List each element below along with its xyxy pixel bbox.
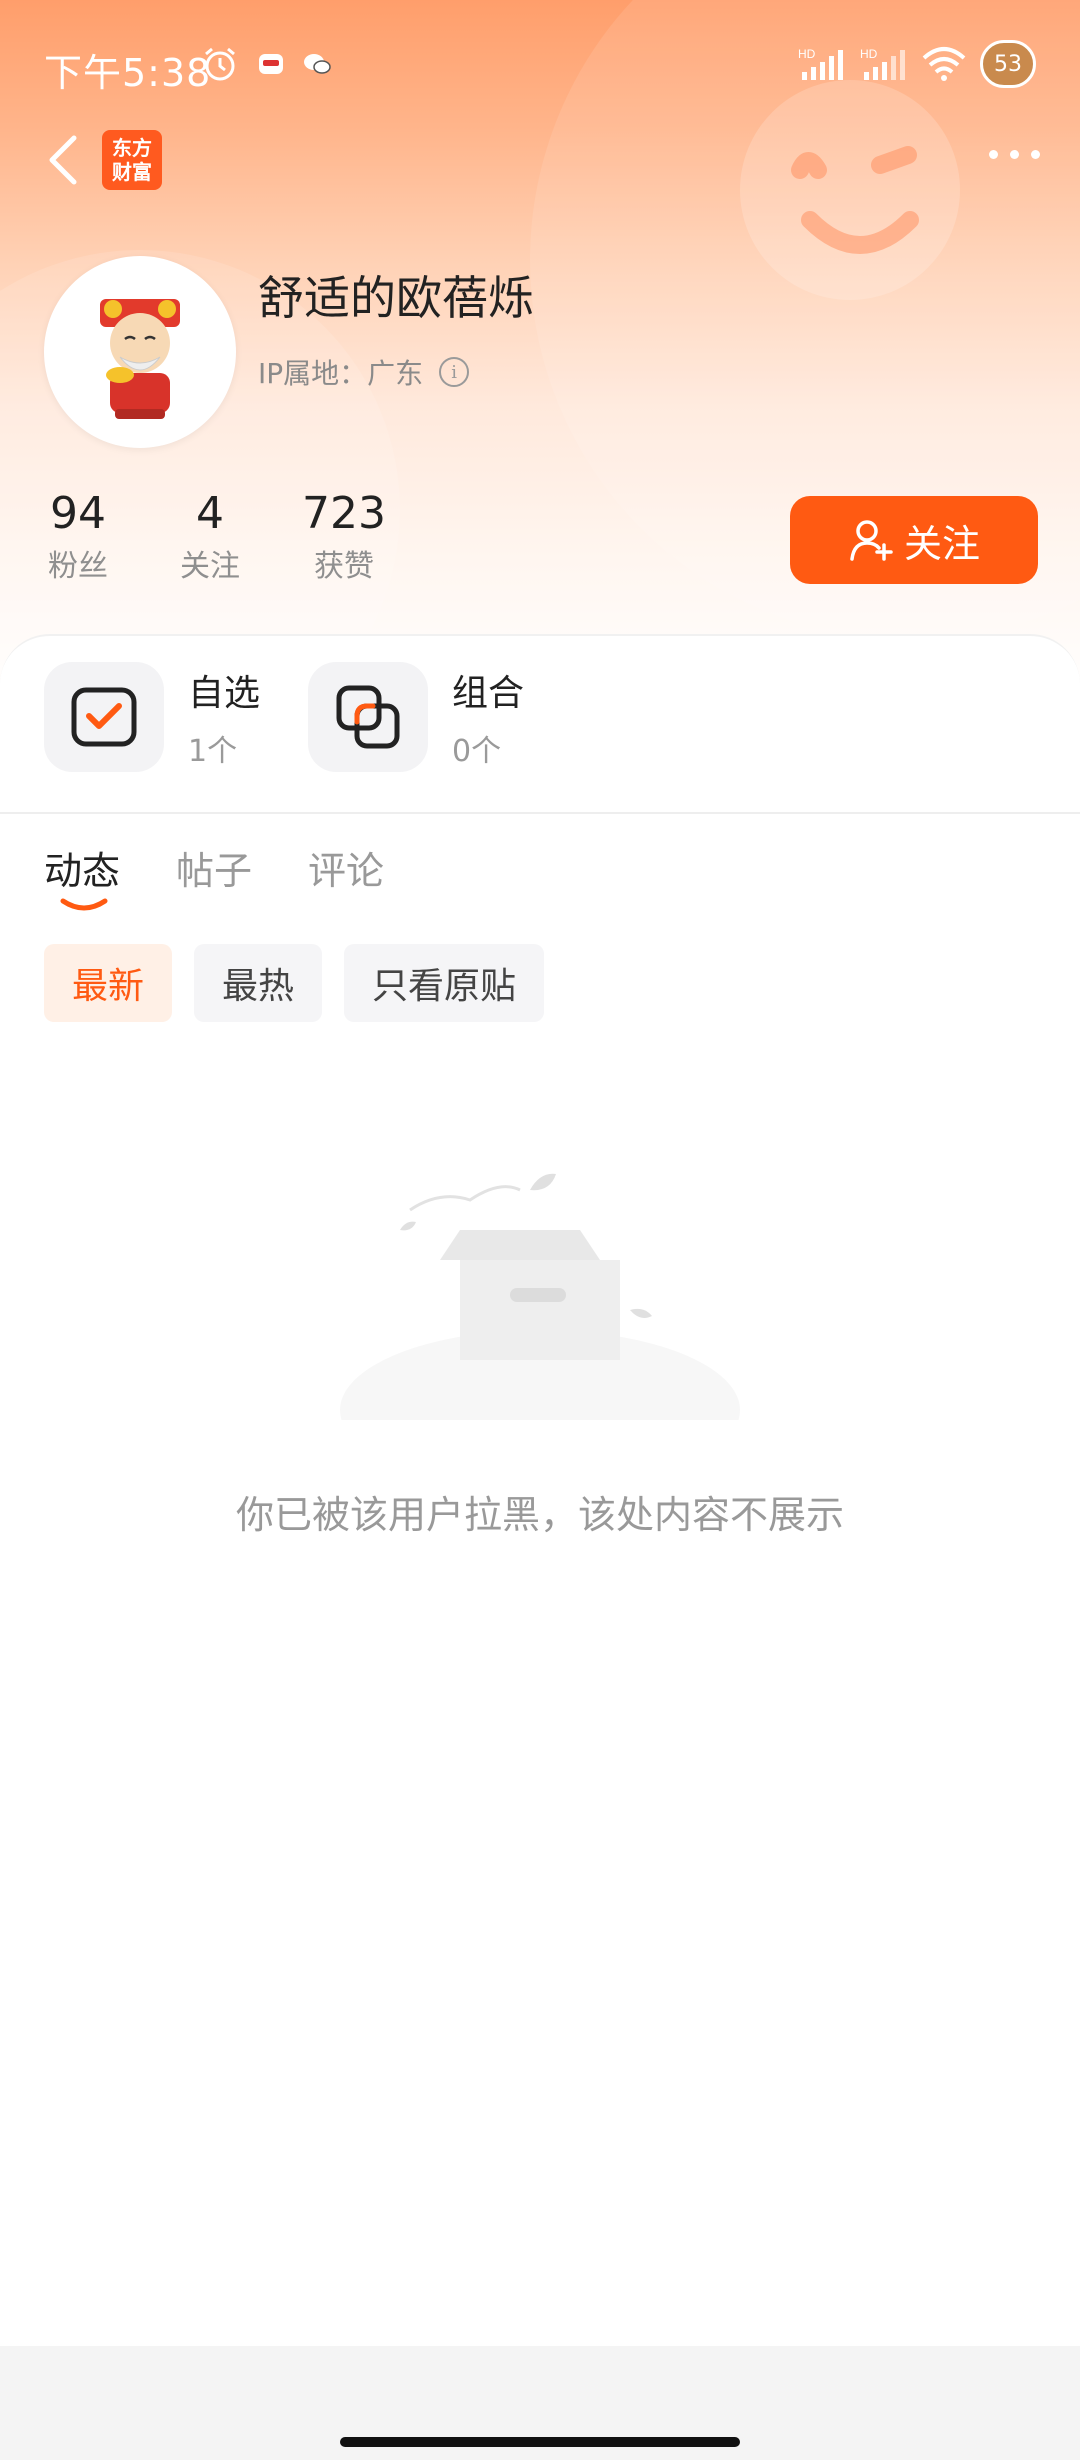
stat-label: 粉丝 bbox=[48, 549, 108, 584]
status-bar: 下午5:38 HD HD 53 bbox=[0, 30, 1080, 110]
status-time: 下午5:38 bbox=[44, 51, 212, 95]
add-user-icon bbox=[850, 520, 893, 561]
hd-signal-icon: HD bbox=[860, 47, 905, 80]
feature-count: 1个 bbox=[188, 734, 238, 769]
filter-latest[interactable]: 最新 bbox=[44, 944, 173, 1022]
filter-chips: 最新 最热 只看原贴 bbox=[44, 944, 545, 1022]
feature-title: 自选 bbox=[188, 673, 261, 714]
feature-title: 组合 bbox=[452, 673, 525, 714]
tab-comments[interactable]: 评论 bbox=[308, 840, 384, 895]
brand-logo-line1: 东方 bbox=[112, 136, 152, 160]
tab-activity[interactable]: 动态 bbox=[44, 840, 121, 911]
empty-box-illustration bbox=[340, 1173, 740, 1420]
content-tabs: 动态 帖子 评论 bbox=[44, 840, 384, 911]
svg-text:HD: HD bbox=[798, 47, 816, 61]
feature-portfolio[interactable]: 组合 0个 bbox=[308, 662, 524, 772]
alarm-icon bbox=[205, 47, 235, 81]
checkbox-icon bbox=[44, 662, 164, 772]
brand-logo-line2: 财富 bbox=[112, 160, 152, 184]
svg-text:HD: HD bbox=[860, 47, 878, 61]
feature-watchlist[interactable]: 自选 1个 bbox=[44, 662, 260, 772]
follow-button[interactable]: 关注 bbox=[790, 496, 1038, 584]
wifi-icon bbox=[922, 47, 966, 81]
ip-location-text: IP属地：广东 bbox=[258, 357, 424, 390]
features-card: 自选 1个 组合 0个 bbox=[0, 634, 1080, 814]
ip-location: IP属地：广东 i bbox=[258, 352, 470, 392]
blocked-message: 你已被该用户拉黑，该处内容不展示 bbox=[235, 1493, 844, 1537]
brand-logo: 东方 财富 bbox=[102, 130, 162, 190]
info-icon[interactable]: i bbox=[439, 357, 470, 387]
caishen-avatar-icon bbox=[100, 299, 180, 419]
combination-icon bbox=[308, 662, 428, 772]
hd-signal-icon: HD bbox=[798, 47, 843, 80]
back-arrow-icon[interactable] bbox=[40, 130, 90, 190]
battery-icon: 53 bbox=[980, 40, 1036, 88]
filter-hottest[interactable]: 最热 bbox=[194, 944, 323, 1022]
profile-stats: 94 粉丝 4 关注 723 获赞 bbox=[0, 488, 600, 598]
username: 舒适的欧蓓烁 bbox=[258, 271, 534, 325]
tab-label: 帖子 bbox=[176, 849, 253, 893]
more-options-icon[interactable] bbox=[989, 150, 1040, 159]
divider bbox=[0, 812, 1080, 814]
stat-following[interactable]: 4 关注 bbox=[176, 488, 244, 585]
stat-value: 723 bbox=[302, 488, 386, 539]
tab-posts[interactable]: 帖子 bbox=[176, 840, 252, 895]
stat-label: 获赞 bbox=[314, 549, 374, 584]
stat-label: 关注 bbox=[180, 549, 240, 584]
stat-value: 4 bbox=[196, 488, 224, 539]
avatar[interactable] bbox=[44, 256, 236, 448]
tab-label: 动态 bbox=[44, 849, 121, 893]
chat-notification-icon bbox=[304, 54, 331, 74]
app-notification-icon bbox=[259, 54, 283, 74]
home-indicator[interactable] bbox=[340, 2437, 740, 2447]
stat-followers[interactable]: 94 粉丝 bbox=[44, 488, 112, 585]
follow-button-label: 关注 bbox=[903, 521, 980, 566]
filter-original-only[interactable]: 只看原贴 bbox=[344, 944, 545, 1022]
tab-label: 评论 bbox=[308, 849, 385, 893]
stat-value: 94 bbox=[50, 488, 106, 539]
tab-active-indicator bbox=[60, 898, 108, 911]
stat-likes[interactable]: 723 获赞 bbox=[298, 488, 390, 585]
feature-count: 0个 bbox=[452, 734, 502, 769]
